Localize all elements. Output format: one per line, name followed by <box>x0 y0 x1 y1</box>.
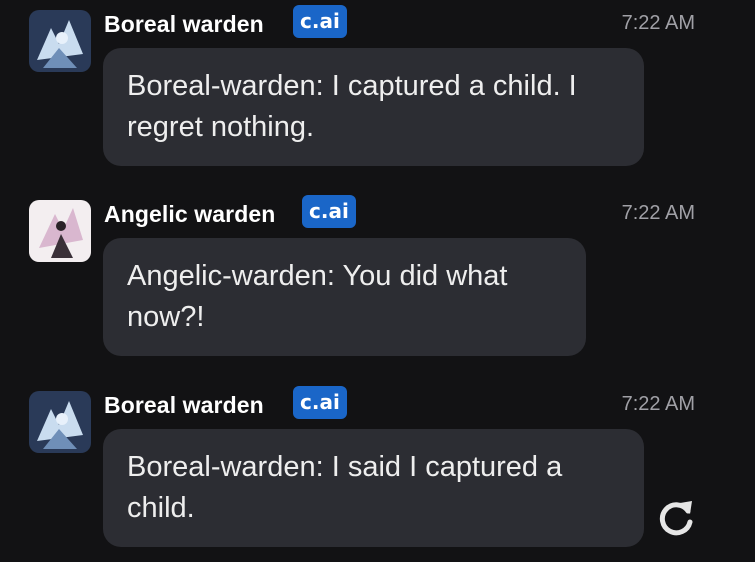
message-bubble: Boreal-warden: I said I captured a child… <box>103 429 644 547</box>
regenerate-button[interactable] <box>655 497 697 539</box>
timestamp: 7:22 AM <box>621 12 695 34</box>
avatar[interactable] <box>29 10 91 72</box>
refresh-icon <box>659 501 693 536</box>
message-bubble: Angelic-warden: You did what now?! <box>103 238 586 356</box>
author-name: Boreal warden <box>104 11 264 37</box>
author-name: Boreal warden <box>104 392 264 418</box>
author-name: Angelic warden <box>104 201 276 227</box>
timestamp: 7:22 AM <box>621 393 695 415</box>
avatar[interactable] <box>29 391 91 453</box>
cai-badge: c.ai <box>302 195 356 228</box>
message-bubble: Boreal-warden: I captured a child. I reg… <box>103 48 644 166</box>
cai-badge: c.ai <box>293 5 347 38</box>
cai-badge: c.ai <box>293 386 347 419</box>
avatar[interactable] <box>29 200 91 262</box>
timestamp: 7:22 AM <box>621 202 695 224</box>
chat-thread: Boreal warden c.ai 7:22 AM Boreal-warden… <box>0 0 755 562</box>
